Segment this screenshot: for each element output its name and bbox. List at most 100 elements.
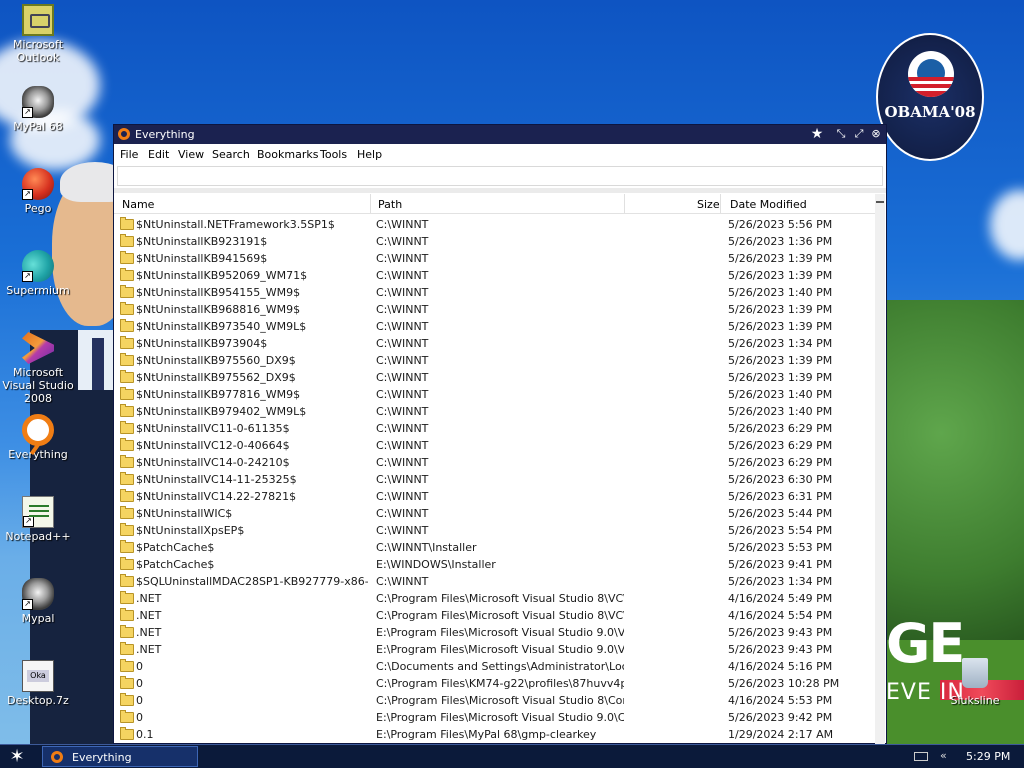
close-button[interactable]: ⊗ — [869, 127, 883, 141]
table-row[interactable]: 0.1 E:\Program Files\MyPal 68\gmp-clearke… — [114, 726, 874, 743]
table-row[interactable]: $NtUninstallKB975560_DX9$ C:\WINNT 5/26/20… — [114, 352, 874, 369]
desktop-icon-pego[interactable]: ↗ Pego — [0, 168, 76, 215]
badge-text: OBAMA'08 — [884, 103, 976, 121]
row-date-modified: 4/16/2024 5:54 PM — [728, 609, 833, 622]
search-input[interactable] — [117, 166, 883, 186]
column-name[interactable]: Name — [122, 198, 154, 211]
desktop-icon-label: Mypal — [21, 612, 55, 625]
minimize-button[interactable]: ⤡ — [834, 127, 848, 141]
table-row[interactable]: $NtUninstallVC14.22-27821$ C:\WINNT 5/26/2… — [114, 488, 874, 505]
table-row[interactable]: $NtUninstallKB973904$ C:\WINNT 5/26/2023 1… — [114, 335, 874, 352]
row-name: $NtUninstallKB941569$ — [136, 252, 268, 265]
table-row[interactable]: .NET E:\Program Files\Microsoft Visual St… — [114, 624, 874, 641]
maximize-button[interactable]: ⤢ — [852, 127, 866, 141]
table-row[interactable]: .NET C:\Program Files\Microsoft Visual St… — [114, 590, 874, 607]
row-path: C:\WINNT — [376, 524, 429, 537]
table-row[interactable]: 0 E:\Program Files\Microsoft Visual Studi… — [114, 709, 874, 726]
desktop-icon-notepadpp[interactable]: ↗ Notepad++ — [0, 496, 76, 543]
row-date-modified: 5/26/2023 5:53 PM — [728, 541, 833, 554]
desktop-icon-everything[interactable]: Everything — [0, 414, 76, 461]
table-row[interactable]: $NtUninstallKB923191$ C:\WINNT 5/26/2023 1… — [114, 233, 874, 250]
row-name: 0 — [136, 694, 143, 707]
taskbar-button-everything[interactable]: Everything — [42, 746, 198, 767]
recycle-bin-icon[interactable] — [962, 658, 988, 688]
table-row[interactable]: $NtUninstall.NETFramework3.5SP1$ C:\WINNT… — [114, 216, 874, 233]
column-separator[interactable] — [624, 194, 625, 213]
column-size[interactable]: Size — [697, 198, 720, 211]
desktop-icon-supermium[interactable]: ↗ Supermium — [0, 250, 76, 297]
row-path: C:\WINNT — [376, 252, 429, 265]
table-row[interactable]: $NtUninstallKB941569$ C:\WINNT 5/26/2023 1… — [114, 250, 874, 267]
outlook-icon — [22, 4, 54, 36]
desktop-icon-visual-studio[interactable]: Microsoft Visual Studio 2008 — [0, 332, 76, 405]
table-row[interactable]: $SQLUninstallMDAC28SP1-KB927779-x86-ENU$… — [114, 573, 874, 590]
table-row[interactable]: $NtUninstallVC14-0-24210$ C:\WINNT 5/26/20… — [114, 454, 874, 471]
volume-icon[interactable]: « — [940, 749, 947, 762]
table-row[interactable]: $NtUninstallXpsEP$ C:\WINNT 5/26/2023 5:54… — [114, 522, 874, 539]
row-name: $PatchCache$ — [136, 541, 215, 554]
vertical-scrollbar[interactable] — [875, 194, 885, 744]
table-row[interactable]: $NtUninstallWIC$ C:\WINNT 5/26/2023 5:44 P… — [114, 505, 874, 522]
table-row[interactable]: $NtUninstallKB954155_WM9$ C:\WINNT 5/26/20… — [114, 284, 874, 301]
table-row[interactable]: .NET E:\Program Files\Microsoft Visual St… — [114, 641, 874, 658]
table-row[interactable]: $PatchCache$ C:\WINNT\Installer 5/26/2023 … — [114, 539, 874, 556]
menu-help[interactable]: Help — [357, 148, 382, 161]
divider — [114, 188, 886, 193]
column-separator[interactable] — [370, 194, 371, 213]
keyboard-icon[interactable] — [914, 752, 928, 761]
table-row[interactable]: 0 C:\Program Files\Microsoft Visual Studi… — [114, 692, 874, 709]
table-row[interactable]: $PatchCache$ E:\WINDOWS\Installer 5/26/202… — [114, 556, 874, 573]
desktop-icon-label: Microsoft Outlook — [12, 38, 64, 64]
menu-search[interactable]: Search — [212, 148, 250, 161]
row-date-modified: 5/26/2023 9:41 PM — [728, 558, 833, 571]
column-separator[interactable] — [720, 194, 721, 213]
system-clock[interactable]: 5:29 PM — [966, 750, 1010, 763]
menu-bookmarks[interactable]: Bookmarks — [257, 148, 318, 161]
title-bar[interactable]: Everything ★ ⤡ ⤢ ⊗ — [114, 125, 886, 144]
desktop-icon-mypal68[interactable]: ↗ MyPal 68 — [0, 86, 76, 133]
row-date-modified: 1/29/2024 2:17 AM — [728, 728, 834, 741]
folder-icon — [120, 285, 134, 298]
row-path: C:\WINNT — [376, 235, 429, 248]
cloud — [990, 190, 1024, 260]
folder-icon — [120, 472, 134, 485]
menu-view[interactable]: View — [178, 148, 204, 161]
table-row[interactable]: $NtUninstallVC14-11-25325$ C:\WINNT 5/26/2… — [114, 471, 874, 488]
table-row[interactable]: $NtUninstallVC12-0-40664$ C:\WINNT 5/26/20… — [114, 437, 874, 454]
column-date-modified[interactable]: Date Modified — [730, 198, 807, 211]
table-row[interactable]: $NtUninstallKB968816_WM9$ C:\WINNT 5/26/20… — [114, 301, 874, 318]
row-name: .NET — [136, 592, 162, 605]
row-path: C:\WINNT — [376, 286, 429, 299]
folder-icon — [120, 676, 134, 689]
column-path[interactable]: Path — [378, 198, 402, 211]
start-button[interactable]: ✶ — [6, 747, 28, 767]
folder-icon — [120, 336, 134, 349]
scrollbar-thumb[interactable] — [876, 201, 884, 203]
table-row[interactable]: $NtUninstallVC11-0-61135$ C:\WINNT 5/26/20… — [114, 420, 874, 437]
table-row[interactable]: $NtUninstallKB973540_WM9L$ C:\WINNT 5/26/2… — [114, 318, 874, 335]
desktop-icon-mypal[interactable]: ↗ Mypal — [0, 578, 76, 625]
table-row[interactable]: $NtUninstallKB952069_WM71$ C:\WINNT 5/26/2… — [114, 267, 874, 284]
table-row[interactable]: 0 C:\Documents and Settings\Administrator… — [114, 658, 874, 675]
menu-tools[interactable]: Tools — [320, 148, 347, 161]
row-date-modified: 5/26/2023 1:40 PM — [728, 405, 833, 418]
menu-file[interactable]: File — [120, 148, 138, 161]
row-path: E:\Program Files\MyPal 68\gmp-clearkey — [376, 728, 597, 741]
table-row[interactable]: .NET C:\Program Files\Microsoft Visual St… — [114, 607, 874, 624]
menu-edit[interactable]: Edit — [148, 148, 169, 161]
desktop-icon-desktop-7z[interactable]: Desktop.7z — [0, 660, 76, 707]
row-date-modified: 5/26/2023 10:28 PM — [728, 677, 840, 690]
table-row[interactable]: $NtUninstallKB979402_WM9L$ C:\WINNT 5/26/2… — [114, 403, 874, 420]
supermium-icon: ↗ — [22, 250, 54, 282]
mypal-icon: ↗ — [22, 578, 54, 610]
folder-icon — [120, 455, 134, 468]
table-row[interactable]: $NtUninstallKB975562_DX9$ C:\WINNT 5/26/20… — [114, 369, 874, 386]
row-date-modified: 5/26/2023 6:29 PM — [728, 439, 833, 452]
pin-icon[interactable]: ★ — [810, 127, 824, 141]
table-row[interactable]: 0 C:\Program Files\KM74-g22\profiles\87hu… — [114, 675, 874, 692]
desktop-icon-label: Pego — [24, 202, 52, 215]
row-name: $NtUninstallKB968816_WM9$ — [136, 303, 301, 316]
table-row[interactable]: $NtUninstallKB977816_WM9$ C:\WINNT 5/26/20… — [114, 386, 874, 403]
row-name: $SQLUninstallMDAC28SP1-KB927779-x86-ENU$ — [136, 575, 368, 588]
desktop-icon-outlook[interactable]: Microsoft Outlook — [0, 4, 76, 64]
